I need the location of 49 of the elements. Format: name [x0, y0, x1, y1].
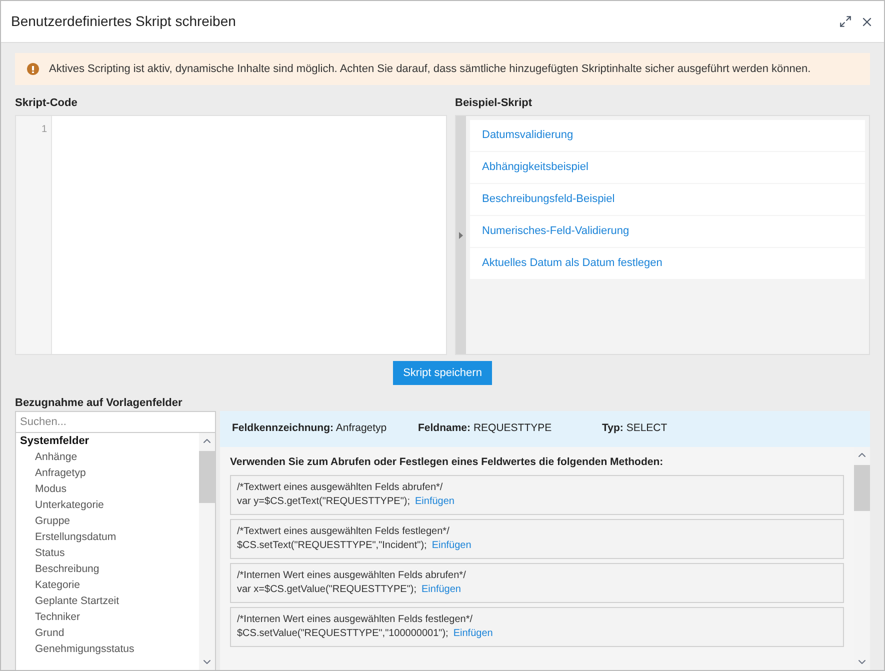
field-group-label[interactable]: Systemfelder — [16, 433, 199, 449]
insert-link[interactable]: Einfügen — [432, 538, 472, 553]
splitter-handle[interactable] — [456, 116, 466, 354]
insert-link[interactable]: Einfügen — [414, 494, 454, 509]
code-snippet: var y=$CS.getText("REQUESTTYPE"); — [237, 494, 410, 509]
expand-arrow-icon — [459, 232, 463, 238]
code-comment: /*Internen Wert eines ausgewählten Felds abrufen*/ — [237, 568, 467, 583]
methods-heading: Verwenden Sie zum Abrufen oder Festlegen eines Feldwertes die folgenden Methoden: — [230, 455, 664, 470]
field-list-item[interactable]: Anhänge — [16, 449, 199, 465]
code-snippet: var x=$CS.getValue("REQUESTTYPE"); — [237, 582, 416, 597]
insert-link[interactable]: Einfügen — [453, 626, 493, 641]
example-script-link[interactable]: Numerisches-Feld-Validierung — [470, 216, 865, 247]
field-list-item[interactable]: Modus — [16, 481, 199, 497]
field-list-item[interactable]: Grund — [16, 625, 199, 641]
code-comment: /*Internen Wert eines ausgewählten Felds festlegen*/ — [237, 612, 474, 627]
line-number: 1 — [41, 123, 47, 137]
code-snippet: $CS.setValue("REQUESTTYPE","100000001"); — [237, 626, 448, 641]
window-title: Benutzerdefiniertes Skript schreiben — [11, 12, 237, 31]
field-list-item[interactable]: Genehmigungsstatus — [16, 641, 199, 657]
example-script-link[interactable]: Abhängigkeitsbeispiel — [470, 152, 865, 183]
code-comment: /*Textwert eines ausgewählten Felds abrufen*/ — [237, 480, 444, 495]
example-script-link[interactable]: Aktuelles Datum als Datum festlegen — [470, 248, 865, 279]
alert-text: Aktives Scripting ist aktiv, dynamische Inhalte sind möglich. Achten Sie darauf, dass sämtliche hinzugefügten Skriptinhalte sicher ausgeführt werden können. — [49, 62, 811, 77]
scrollbar-thumb[interactable] — [854, 465, 870, 511]
section-label: Skript-Code — [15, 96, 78, 111]
field-list-item[interactable]: Anfragetyp — [16, 465, 199, 481]
field-list-item[interactable]: Geplante Startzeit — [16, 593, 199, 609]
example-script-link[interactable]: Datumsvalidierung — [470, 120, 865, 151]
section-label: Bezugnahme auf Vorlagenfelder — [15, 396, 184, 411]
field-list-item[interactable]: Techniker — [16, 609, 199, 625]
field-list-item[interactable]: Unterkategorie — [16, 497, 199, 513]
scrollbar-thumb[interactable] — [199, 451, 215, 503]
search-field[interactable]: Suchen... — [15, 411, 216, 433]
maximize-icon[interactable] — [839, 15, 852, 28]
scrollbar[interactable] — [199, 433, 215, 670]
code-snippet: $CS.setText("REQUESTTYPE","Incident"); — [237, 538, 427, 553]
warning-icon — [27, 63, 39, 75]
field-info-text: Feldname: REQUESTTYPE — [418, 421, 553, 436]
field-list-item[interactable]: Status — [16, 545, 199, 561]
field-info-text: Typ: SELECT — [602, 421, 668, 436]
field-list-item[interactable]: Beschreibung — [16, 561, 199, 577]
field-info-text: Feldkennzeichnung: Anfragetyp — [232, 421, 388, 436]
example-script-link[interactable]: Beschreibungsfeld-Beispiel — [470, 184, 865, 215]
field-list-item[interactable]: Erstellungsdatum — [16, 529, 199, 545]
field-list-item[interactable]: Gruppe — [16, 513, 199, 529]
code-comment: /*Textwert eines ausgewählten Felds festlegen*/ — [237, 524, 450, 539]
insert-link[interactable]: Einfügen — [421, 582, 461, 597]
section-label: Beispiel-Skript — [455, 96, 534, 111]
field-list-item[interactable]: Kategorie — [16, 577, 199, 593]
